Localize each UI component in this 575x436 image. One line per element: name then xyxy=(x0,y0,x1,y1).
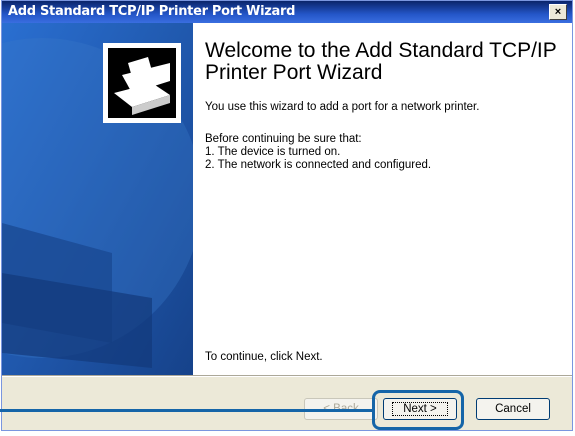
callout-highlight xyxy=(372,390,464,430)
close-icon[interactable]: × xyxy=(549,4,567,20)
checklist-item: 1. The device is turned on. xyxy=(205,146,341,158)
printer-wizard-icon xyxy=(103,43,181,123)
window-title: Add Standard TCP/IP Printer Port Wizard xyxy=(8,4,296,19)
wizard-heading: Welcome to the Add Standard TCP/IP Print… xyxy=(205,39,557,84)
wizard-window: Add Standard TCP/IP Printer Port Wizard … xyxy=(1,0,573,431)
intro-text: You use this wizard to add a port for a … xyxy=(205,101,480,113)
footer-text: To continue, click Next. xyxy=(205,351,323,363)
title-bar[interactable]: Add Standard TCP/IP Printer Port Wizard … xyxy=(2,1,572,23)
before-label: Before continuing be sure that: xyxy=(205,133,362,145)
checklist-item: 2. The network is connected and configur… xyxy=(205,159,432,171)
cancel-button[interactable]: Cancel xyxy=(476,398,550,420)
divider xyxy=(2,375,572,377)
callout-line xyxy=(0,409,373,412)
wizard-side-panel xyxy=(2,23,193,375)
side-panel-artwork xyxy=(2,23,193,375)
wizard-content: Welcome to the Add Standard TCP/IP Print… xyxy=(193,23,572,375)
